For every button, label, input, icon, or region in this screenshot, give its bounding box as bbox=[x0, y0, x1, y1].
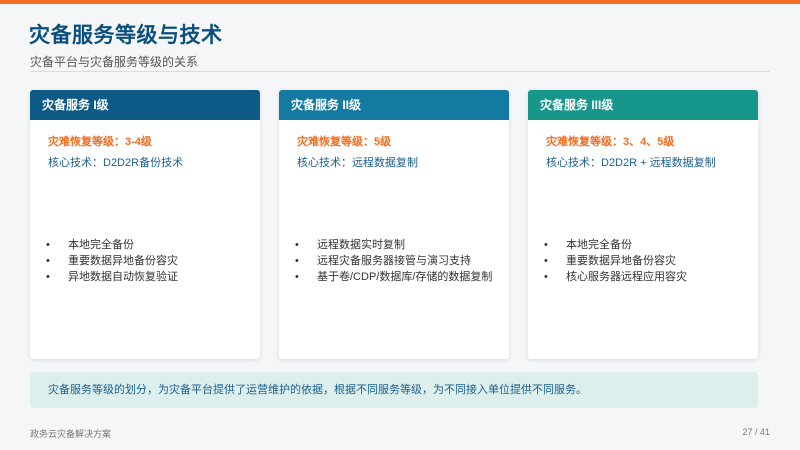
feature-list: • 本地完全备份 • 重要数据异地备份容灾 • 核心服务器远程应用容灾 bbox=[544, 237, 687, 285]
feature-text: 核心服务器远程应用容灾 bbox=[566, 271, 687, 283]
card-body: 灾难恢复等级：5级 核心技术：远程数据复制 • 远程数据实时复制 • 远程灾备服务器… bbox=[279, 120, 509, 359]
list-item: • 重要数据异地备份容灾 bbox=[544, 253, 687, 269]
list-item: • 重要数据异地备份容灾 bbox=[46, 253, 178, 269]
bullet-icon: • bbox=[544, 271, 548, 283]
card-header: 灾备服务 I级 bbox=[30, 90, 260, 120]
feature-text: 远程数据实时复制 bbox=[317, 239, 405, 251]
bullet-icon: • bbox=[46, 271, 50, 283]
list-item: • 远程数据实时复制 bbox=[295, 237, 492, 253]
feature-list: • 远程数据实时复制 • 远程灾备服务器接管与演习支持 • 基于卷/CDP/数据库/存… bbox=[295, 237, 492, 285]
feature-text: 远程灾备服务器接管与演习支持 bbox=[317, 255, 471, 267]
list-item: • 远程灾备服务器接管与演习支持 bbox=[295, 253, 492, 269]
footer-title: 政务云灾备解决方案 bbox=[30, 429, 112, 439]
bullet-icon: • bbox=[295, 239, 299, 251]
recovery-level: 灾难恢复等级：3-4级 bbox=[48, 136, 152, 148]
page-subtitle: 灾备平台与灾备服务等级的关系 bbox=[30, 55, 199, 69]
card-body: 灾难恢复等级：3-4级 核心技术：D2D2R备份技术 • 本地完全备份 • 重要数据… bbox=[30, 120, 260, 359]
feature-text: 异地数据自动恢复验证 bbox=[68, 271, 178, 283]
feature-text: 重要数据异地备份容灾 bbox=[566, 255, 676, 267]
list-item: • 本地完全备份 bbox=[544, 237, 687, 253]
feature-text: 基于卷/CDP/数据库/存储的数据复制 bbox=[317, 271, 493, 283]
feature-list: • 本地完全备份 • 重要数据异地备份容灾 • 异地数据自动恢复验证 bbox=[46, 237, 178, 285]
header-divider bbox=[30, 71, 770, 72]
core-technology: 核心技术：D2D2R + 远程数据复制 bbox=[546, 157, 716, 169]
bullet-icon: • bbox=[544, 255, 548, 267]
feature-text: 重要数据异地备份容灾 bbox=[68, 255, 178, 267]
bullet-icon: • bbox=[295, 255, 299, 267]
list-item: • 核心服务器远程应用容灾 bbox=[544, 269, 687, 285]
list-item: • 基于卷/CDP/数据库/存储的数据复制 bbox=[295, 269, 492, 285]
page-number: 27 / 41 bbox=[742, 427, 770, 437]
card-header: 灾备服务 III级 bbox=[528, 90, 758, 120]
bullet-icon: • bbox=[46, 239, 50, 251]
recovery-level: 灾难恢复等级：3、4、5级 bbox=[546, 136, 675, 148]
recovery-level: 灾难恢复等级：5级 bbox=[297, 136, 392, 148]
service-card-level-1: 灾备服务 I级 灾难恢复等级：3-4级 核心技术：D2D2R备份技术 • 本地完全… bbox=[30, 90, 260, 359]
bullet-icon: • bbox=[295, 271, 299, 283]
card-body: 灾难恢复等级：3、4、5级 核心技术：D2D2R + 远程数据复制 • 本地完全备… bbox=[528, 120, 758, 359]
service-card-level-3: 灾备服务 III级 灾难恢复等级：3、4、5级 核心技术：D2D2R + 远程数… bbox=[528, 90, 758, 359]
feature-text: 本地完全备份 bbox=[68, 239, 134, 251]
list-item: • 异地数据自动恢复验证 bbox=[46, 269, 178, 285]
core-technology: 核心技术：远程数据复制 bbox=[297, 157, 418, 169]
list-item: • 本地完全备份 bbox=[46, 237, 178, 253]
summary-note: 灾备服务等级的划分，为灾备平台提供了运营维护的依据，根据不同服务等级，为不同接入… bbox=[30, 372, 758, 408]
service-card-level-2: 灾备服务 II级 灾难恢复等级：5级 核心技术：远程数据复制 • 远程数据实时复制… bbox=[279, 90, 509, 359]
feature-text: 本地完全备份 bbox=[566, 239, 632, 251]
top-accent-bar bbox=[0, 0, 800, 4]
core-technology: 核心技术：D2D2R备份技术 bbox=[48, 157, 184, 169]
bullet-icon: • bbox=[544, 239, 548, 251]
page-title: 灾备服务等级与技术 bbox=[29, 24, 223, 47]
card-header: 灾备服务 II级 bbox=[279, 90, 509, 120]
bullet-icon: • bbox=[46, 255, 50, 267]
